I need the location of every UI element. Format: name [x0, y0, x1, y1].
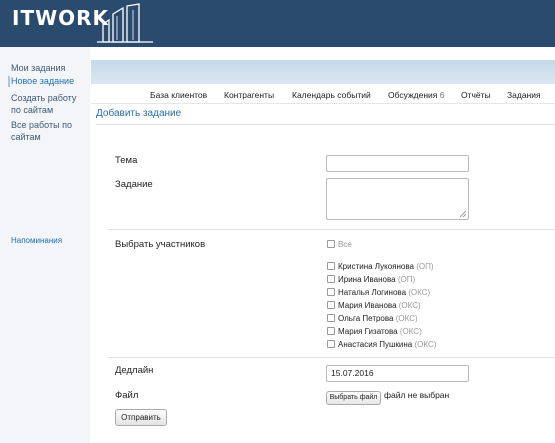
- participant-checkbox[interactable]: [327, 288, 335, 296]
- participant-checkbox[interactable]: [327, 301, 335, 309]
- participant-row: Кристина Лукоянова (ОП): [327, 262, 434, 273]
- participant-row: Мария Иванова (ОКС): [327, 301, 421, 312]
- participant-name: Ольга Петрова: [338, 314, 394, 323]
- participant-row: Ирина Иванова (ОП): [327, 275, 415, 286]
- page-title: Добавить задание: [96, 108, 182, 119]
- title-divider: [96, 124, 555, 125]
- sidebar-item-all-site-works-line2[interactable]: сайтам: [11, 132, 41, 143]
- sidebar-item-all-site-works[interactable]: Все работы по: [11, 120, 72, 131]
- select-all-label: Все: [338, 240, 352, 249]
- sidebar-reminders-link[interactable]: Напоминания: [11, 236, 62, 245]
- form-divider: [108, 229, 555, 230]
- discussions-count-badge: 6: [439, 90, 445, 100]
- select-all-checkbox[interactable]: [327, 240, 335, 248]
- menu-item-discussions-label: Обсуждения: [388, 90, 438, 100]
- participant-checkbox[interactable]: [327, 327, 335, 335]
- topic-input[interactable]: [326, 155, 469, 172]
- menu-item-contractors[interactable]: Контрагенты: [224, 90, 274, 100]
- menu-item-reports[interactable]: Отчёты: [461, 90, 491, 100]
- sidebar-item-new-task[interactable]: Новое задание: [7, 76, 74, 87]
- header-banner: [91, 60, 555, 84]
- top-bar: ITWORK: [0, 0, 555, 47]
- select-all-row: Все: [327, 240, 352, 251]
- main-menu: База клиентов Контрагенты Календарь собы…: [91, 84, 555, 104]
- task-textarea[interactable]: [326, 178, 469, 220]
- menu-item-tasks[interactable]: Задания: [507, 90, 541, 100]
- participant-name: Мария Гизатова: [338, 327, 398, 336]
- participant-row: Наталья Логинова (ОКС): [327, 288, 430, 299]
- resize-grip-icon[interactable]: [460, 211, 466, 217]
- participant-dept: (ОКС): [399, 327, 422, 336]
- participant-checkbox[interactable]: [327, 262, 335, 270]
- participant-dept: (ОКС): [408, 288, 431, 297]
- sidebar-item-create-site-work-line2[interactable]: по сайтам: [11, 105, 53, 116]
- sidebar-item-my-tasks[interactable]: Мои задания: [11, 63, 65, 74]
- file-label: Файл: [115, 390, 139, 401]
- participant-row: Анастасия Пушкина (ОКС): [327, 340, 436, 351]
- submit-button[interactable]: Отправить: [115, 409, 167, 426]
- sidebar-item-create-site-work[interactable]: Создать работу: [11, 93, 76, 104]
- participant-row: Мария Гизатова (ОКС): [327, 327, 422, 338]
- participant-name: Анастасия Пушкина: [338, 340, 413, 349]
- menu-item-discussions[interactable]: Обсуждения 6: [388, 90, 445, 100]
- file-status-text: файл не выбран: [384, 390, 450, 400]
- participant-name: Наталья Логинова: [338, 288, 407, 297]
- participant-checkbox[interactable]: [327, 340, 335, 348]
- participant-checkbox[interactable]: [327, 314, 335, 322]
- menu-item-calendar[interactable]: Календарь событий: [292, 90, 371, 100]
- participant-checkbox[interactable]: [327, 275, 335, 283]
- topic-label: Тема: [115, 155, 138, 166]
- participant-dept: (ОП): [416, 262, 434, 271]
- participant-name: Кристина Лукоянова: [338, 262, 414, 271]
- sidebar: Мои задания Новое задание Создать работу…: [0, 47, 90, 443]
- participant-dept: (ОКС): [395, 314, 418, 323]
- participant-name: Мария Иванова: [338, 301, 397, 310]
- buildings-logo-icon: [97, 3, 153, 43]
- participant-row: Ольга Петрова (ОКС): [327, 314, 418, 325]
- task-label: Задание: [115, 179, 153, 190]
- deadline-input[interactable]: 15.07.2016: [326, 365, 469, 382]
- menu-item-clients[interactable]: База клиентов: [150, 90, 207, 100]
- participant-dept: (ОКС): [414, 340, 437, 349]
- participant-dept: (ОП): [397, 275, 416, 284]
- participants-label: Выбрать участников: [115, 239, 206, 250]
- choose-file-button[interactable]: Выбрать файл: [326, 391, 381, 405]
- participant-dept: (ОКС): [398, 301, 421, 310]
- form-divider: [108, 357, 555, 358]
- participant-name: Ирина Иванова: [338, 275, 396, 284]
- deadline-label: Дедлайн: [115, 365, 154, 376]
